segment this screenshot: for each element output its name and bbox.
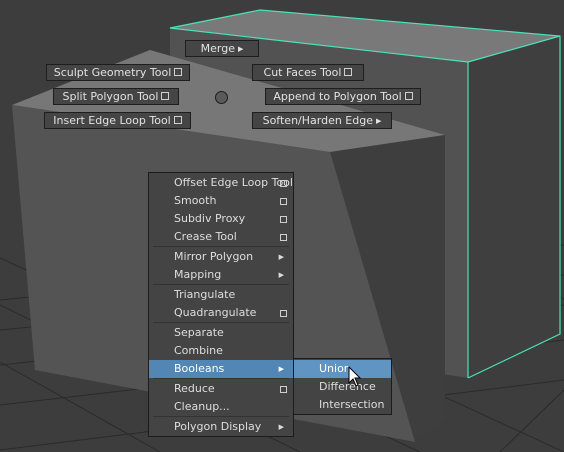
option-box-icon[interactable]: [280, 180, 287, 187]
polygon-context-menu: Offset Edge Loop Tool Smooth Subdiv Prox…: [148, 172, 294, 437]
submenu-arrow-icon: ▶: [278, 253, 284, 261]
marking-menu-sculpt-geometry-tool[interactable]: Sculpt Geometry Tool: [46, 64, 190, 81]
menu-separator: [153, 246, 289, 247]
submenu-arrow-icon: ▶: [237, 45, 244, 53]
submenu-arrow-icon: ▶: [278, 271, 284, 279]
menu-item-mirror-polygon[interactable]: Mirror Polygon ▶: [149, 248, 293, 266]
menu-separator: [153, 322, 289, 323]
booleans-submenu: Union Difference Intersection: [293, 358, 392, 415]
marking-menu-merge[interactable]: Merge ▶: [185, 40, 259, 57]
menu-item-crease-tool[interactable]: Crease Tool: [149, 228, 293, 246]
menu-item-mapping[interactable]: Mapping ▶: [149, 266, 293, 284]
menu-item-reduce[interactable]: Reduce: [149, 380, 293, 398]
menu-item-cleanup[interactable]: Cleanup...: [149, 398, 293, 416]
menu-item-polygon-display[interactable]: Polygon Display ▶: [149, 418, 293, 436]
option-box-icon[interactable]: [280, 198, 287, 205]
marking-menu-split-polygon-tool[interactable]: Split Polygon Tool: [53, 88, 179, 105]
mouse-cursor-icon: [348, 366, 362, 387]
submenu-item-union[interactable]: Union: [294, 360, 391, 378]
menu-item-subdiv-proxy[interactable]: Subdiv Proxy: [149, 210, 293, 228]
marking-menu-center-dot: [215, 91, 228, 104]
marking-menu-cut-faces-tool[interactable]: Cut Faces Tool: [252, 64, 364, 81]
option-box-icon[interactable]: [174, 68, 183, 76]
option-box-icon[interactable]: [344, 68, 353, 76]
option-box-icon[interactable]: [280, 216, 287, 223]
menu-item-separate[interactable]: Separate: [149, 324, 293, 342]
option-box-icon[interactable]: [280, 310, 287, 317]
option-box-icon[interactable]: [404, 92, 413, 100]
option-box-icon[interactable]: [173, 116, 182, 124]
menu-item-smooth[interactable]: Smooth: [149, 192, 293, 210]
submenu-arrow-icon: ▶: [278, 423, 284, 431]
submenu-item-difference[interactable]: Difference: [294, 378, 391, 396]
marking-menu-soften-harden-edge[interactable]: Soften/Harden Edge ▶: [252, 112, 392, 129]
submenu-arrow-icon: ▶: [376, 117, 382, 125]
menu-item-triangulate[interactable]: Triangulate: [149, 286, 293, 304]
option-box-icon[interactable]: [161, 92, 170, 100]
menu-separator: [153, 284, 289, 285]
menu-item-booleans[interactable]: Booleans ▶: [149, 360, 293, 378]
menu-separator: [153, 416, 289, 417]
menu-item-combine[interactable]: Combine: [149, 342, 293, 360]
marking-menu-insert-edge-loop-tool[interactable]: Insert Edge Loop Tool: [44, 112, 191, 129]
option-box-icon[interactable]: [280, 386, 287, 393]
menu-separator: [153, 378, 289, 379]
option-box-icon[interactable]: [280, 234, 287, 241]
submenu-arrow-icon: ▶: [278, 365, 284, 373]
submenu-item-intersection[interactable]: Intersection: [294, 396, 391, 414]
menu-item-quadrangulate[interactable]: Quadrangulate: [149, 304, 293, 322]
marking-menu-append-to-polygon-tool[interactable]: Append to Polygon Tool: [265, 88, 421, 105]
menu-item-offset-edge-loop-tool[interactable]: Offset Edge Loop Tool: [149, 174, 293, 192]
